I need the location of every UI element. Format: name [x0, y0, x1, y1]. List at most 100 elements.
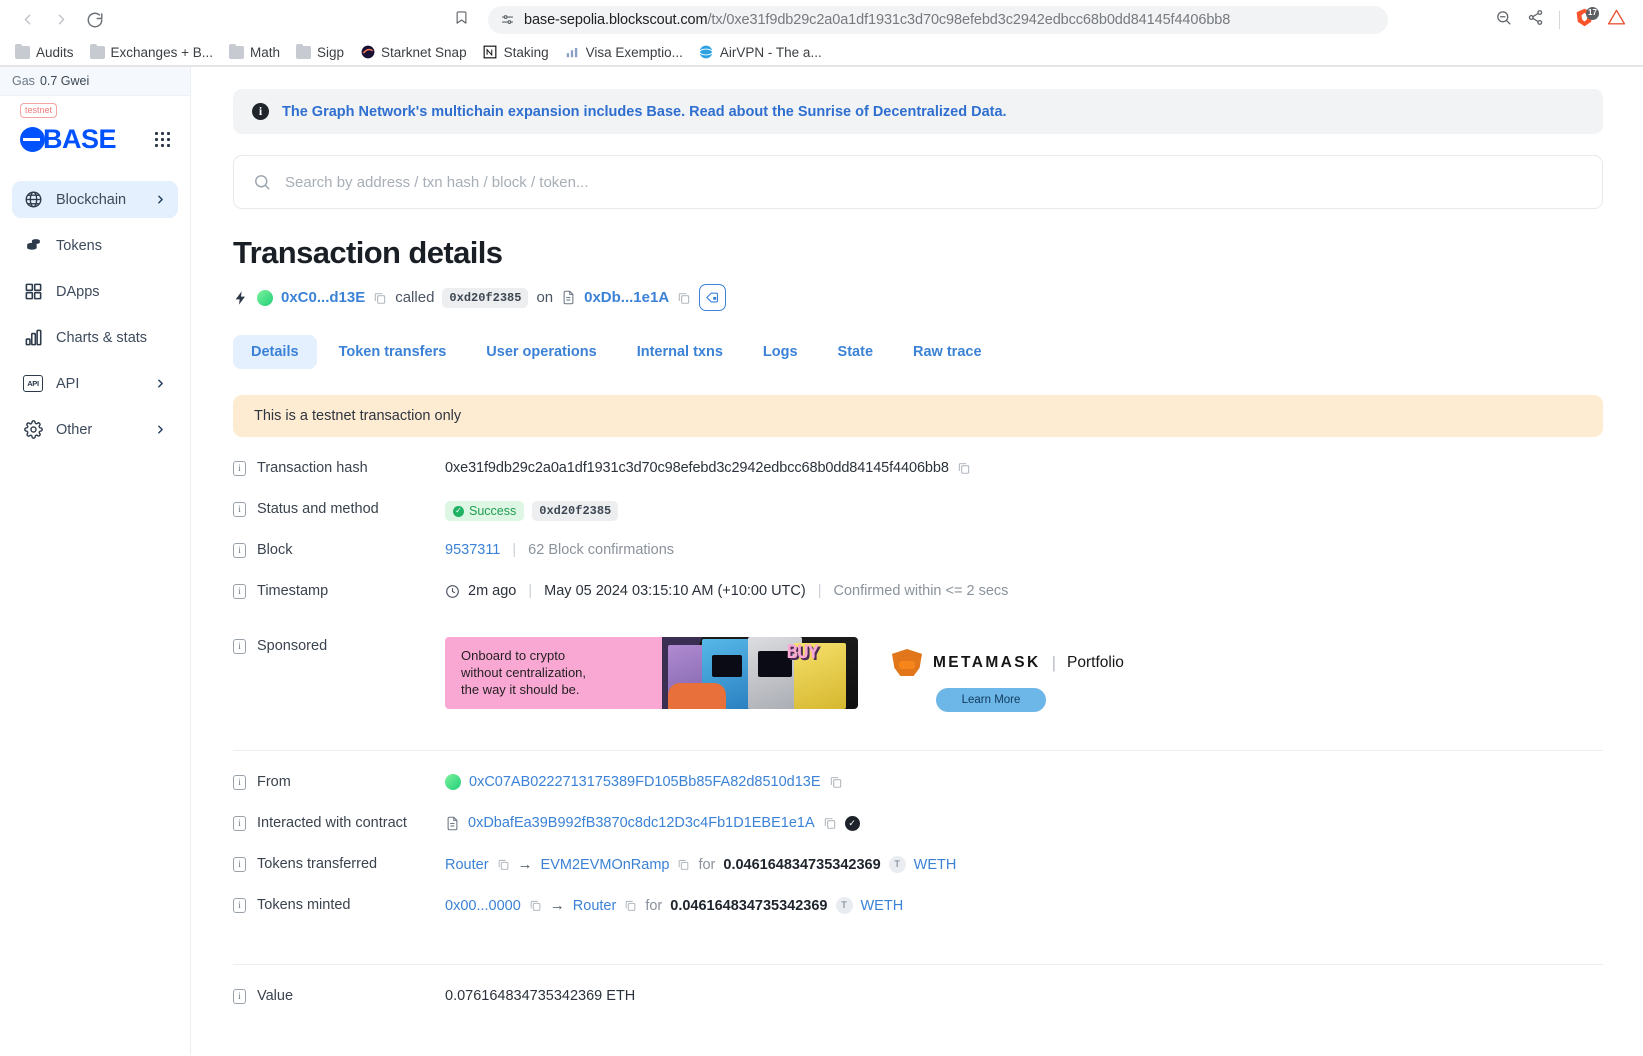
row-label-text: Transaction hash — [257, 460, 368, 476]
token-mint-to-link[interactable]: Router — [573, 898, 617, 914]
contract-document-icon — [445, 816, 460, 831]
token-transfer-amount: 0.046164834735342369 — [723, 856, 881, 873]
address-bar[interactable]: base-sepolia.blockscout.com/tx/0xe31f9db… — [488, 5, 1388, 34]
row-value: 2m ago | May 05 2024 03:15:10 AM (+10:00… — [445, 582, 1008, 599]
info-hint-icon[interactable]: i — [233, 774, 246, 790]
metamask-ad[interactable]: METAMASK | Portfolio Learn More — [892, 637, 1124, 712]
status-badge: ✓ Success — [445, 501, 525, 521]
sidebar-item-other[interactable]: Other — [12, 411, 178, 448]
folder-icon — [228, 43, 244, 60]
sidebar-item-api[interactable]: API API — [12, 365, 178, 402]
brave-shields-button[interactable]: 17 — [1569, 5, 1599, 35]
info-hint-icon[interactable]: i — [233, 501, 246, 517]
search-input[interactable] — [285, 173, 1583, 191]
copy-icon[interactable] — [829, 775, 843, 789]
section-divider — [233, 750, 1603, 751]
info-hint-icon[interactable]: i — [233, 815, 246, 831]
bookmark-item-audits[interactable]: Audits — [8, 42, 81, 63]
tab-internal-txns[interactable]: Internal txns — [619, 335, 741, 369]
from-address-link[interactable]: 0xC07AB0222713175389FD105Bb85FA82d8510d1… — [469, 774, 821, 790]
airvpn-icon — [699, 45, 714, 60]
status-text: Success — [469, 504, 517, 518]
bookmark-item-starknet-snap[interactable]: Starknet Snap — [353, 42, 474, 63]
tab-raw-trace[interactable]: Raw trace — [895, 335, 1000, 369]
reload-button[interactable] — [80, 5, 110, 35]
info-hint-icon[interactable]: i — [233, 856, 246, 872]
graph-network-banner[interactable]: i The Graph Network's multichain expansi… — [233, 89, 1603, 134]
bookmark-item-visa-exemption[interactable]: Visa Exemptio... — [558, 42, 690, 63]
token-mint-from-link[interactable]: 0x00...0000 — [445, 898, 521, 914]
bookmark-item-sigp[interactable]: Sigp — [289, 42, 351, 63]
tab-state[interactable]: State — [820, 335, 891, 369]
copy-icon[interactable] — [957, 461, 971, 475]
forward-button[interactable] — [46, 5, 76, 35]
apps-grid-icon[interactable] — [155, 132, 170, 147]
contract-address-link[interactable]: 0xDbafEa39B992fB3870c8dc12D3c4Fb1D1EBE1e… — [468, 815, 815, 831]
folder-icon — [295, 43, 311, 60]
token-transfer-from-link[interactable]: Router — [445, 857, 489, 873]
back-button[interactable] — [12, 5, 42, 35]
tabs: Details Token transfers User operations … — [233, 335, 1603, 369]
bookmark-button[interactable] — [448, 7, 474, 33]
sidebar-item-label: API — [56, 375, 80, 392]
copy-icon[interactable] — [373, 291, 387, 305]
row-interacted-with-contract: i Interacted with contract 0xDbafEa39B99… — [233, 814, 1603, 855]
learn-more-button[interactable]: Learn More — [936, 688, 1046, 712]
info-hint-icon[interactable]: i — [233, 638, 246, 654]
bookmark-item-airvpn[interactable]: AirVPN - The a... — [692, 42, 829, 63]
tab-token-transfers[interactable]: Token transfers — [321, 335, 465, 369]
sidebar-item-blockchain[interactable]: Blockchain — [12, 181, 178, 218]
info-hint-icon[interactable]: i — [233, 460, 246, 476]
avatar — [257, 289, 273, 306]
info-hint-icon[interactable]: i — [233, 583, 246, 599]
token-transfer-to-link[interactable]: EVM2EVMOnRamp — [541, 857, 670, 873]
copy-icon[interactable] — [677, 858, 690, 871]
share-button[interactable] — [1520, 5, 1550, 35]
api-icon: API — [23, 374, 43, 394]
info-hint-icon[interactable]: i — [233, 988, 246, 1004]
row-label: i From — [233, 773, 445, 790]
search-icon — [253, 173, 271, 191]
notion-icon — [483, 45, 498, 60]
sidebar-item-charts-stats[interactable]: Charts & stats — [12, 319, 178, 356]
bookmark-label: Math — [249, 44, 280, 60]
zoom-out-button[interactable] — [1488, 5, 1518, 35]
from-address-link[interactable]: 0xC0...d13E — [281, 289, 365, 306]
logo[interactable]: testnet BASE — [20, 103, 117, 155]
bookmark-item-math[interactable]: Math — [222, 42, 287, 63]
block-number-link[interactable]: 9537311 — [445, 542, 500, 558]
row-sponsored: i Sponsored Onboard to crypto without ce… — [233, 637, 1603, 712]
bars-icon — [23, 328, 43, 348]
row-label: i Interacted with contract — [233, 814, 445, 831]
token-symbol-link[interactable]: WETH — [914, 857, 957, 873]
copy-icon[interactable] — [823, 816, 837, 830]
row-label-text: Value — [257, 988, 294, 1004]
info-hint-icon[interactable]: i — [233, 542, 246, 558]
section-divider — [233, 964, 1603, 965]
search-bar[interactable] — [233, 155, 1603, 209]
bookmark-item-staking[interactable]: Staking — [476, 42, 556, 63]
contract-address-link[interactable]: 0xDb...1e1A — [584, 289, 669, 306]
gas-tracker[interactable]: Gas 0.7 Gwei — [0, 67, 190, 96]
copy-icon[interactable] — [624, 899, 637, 912]
tab-logs[interactable]: Logs — [745, 335, 816, 369]
bookmark-label: AirVPN - The a... — [719, 44, 822, 60]
sidebar-item-dapps[interactable]: DApps — [12, 273, 178, 310]
sponsored-ad-banner[interactable]: Onboard to crypto without centralization… — [445, 637, 858, 709]
method-chip[interactable]: 0xd20f2385 — [532, 501, 619, 521]
contract-lock-icon[interactable] — [699, 284, 727, 311]
copy-icon[interactable] — [677, 291, 691, 305]
ad-line-1: Onboard to crypto — [461, 648, 566, 663]
tab-user-operations[interactable]: User operations — [468, 335, 614, 369]
tab-details[interactable]: Details — [233, 335, 317, 369]
method-chip[interactable]: 0xd20f2385 — [442, 287, 529, 308]
sidebar-item-tokens[interactable]: Tokens — [12, 227, 178, 264]
token-symbol-link[interactable]: WETH — [861, 898, 904, 914]
extension-button[interactable] — [1601, 5, 1631, 35]
bookmark-item-exchanges[interactable]: Exchanges + B... — [83, 42, 220, 63]
info-hint-icon[interactable]: i — [233, 897, 246, 913]
copy-icon[interactable] — [529, 899, 542, 912]
site-settings-icon[interactable] — [500, 12, 515, 27]
row-value: 0xC07AB0222713175389FD105Bb85FA82d8510d1… — [445, 773, 843, 790]
copy-icon[interactable] — [497, 858, 510, 871]
